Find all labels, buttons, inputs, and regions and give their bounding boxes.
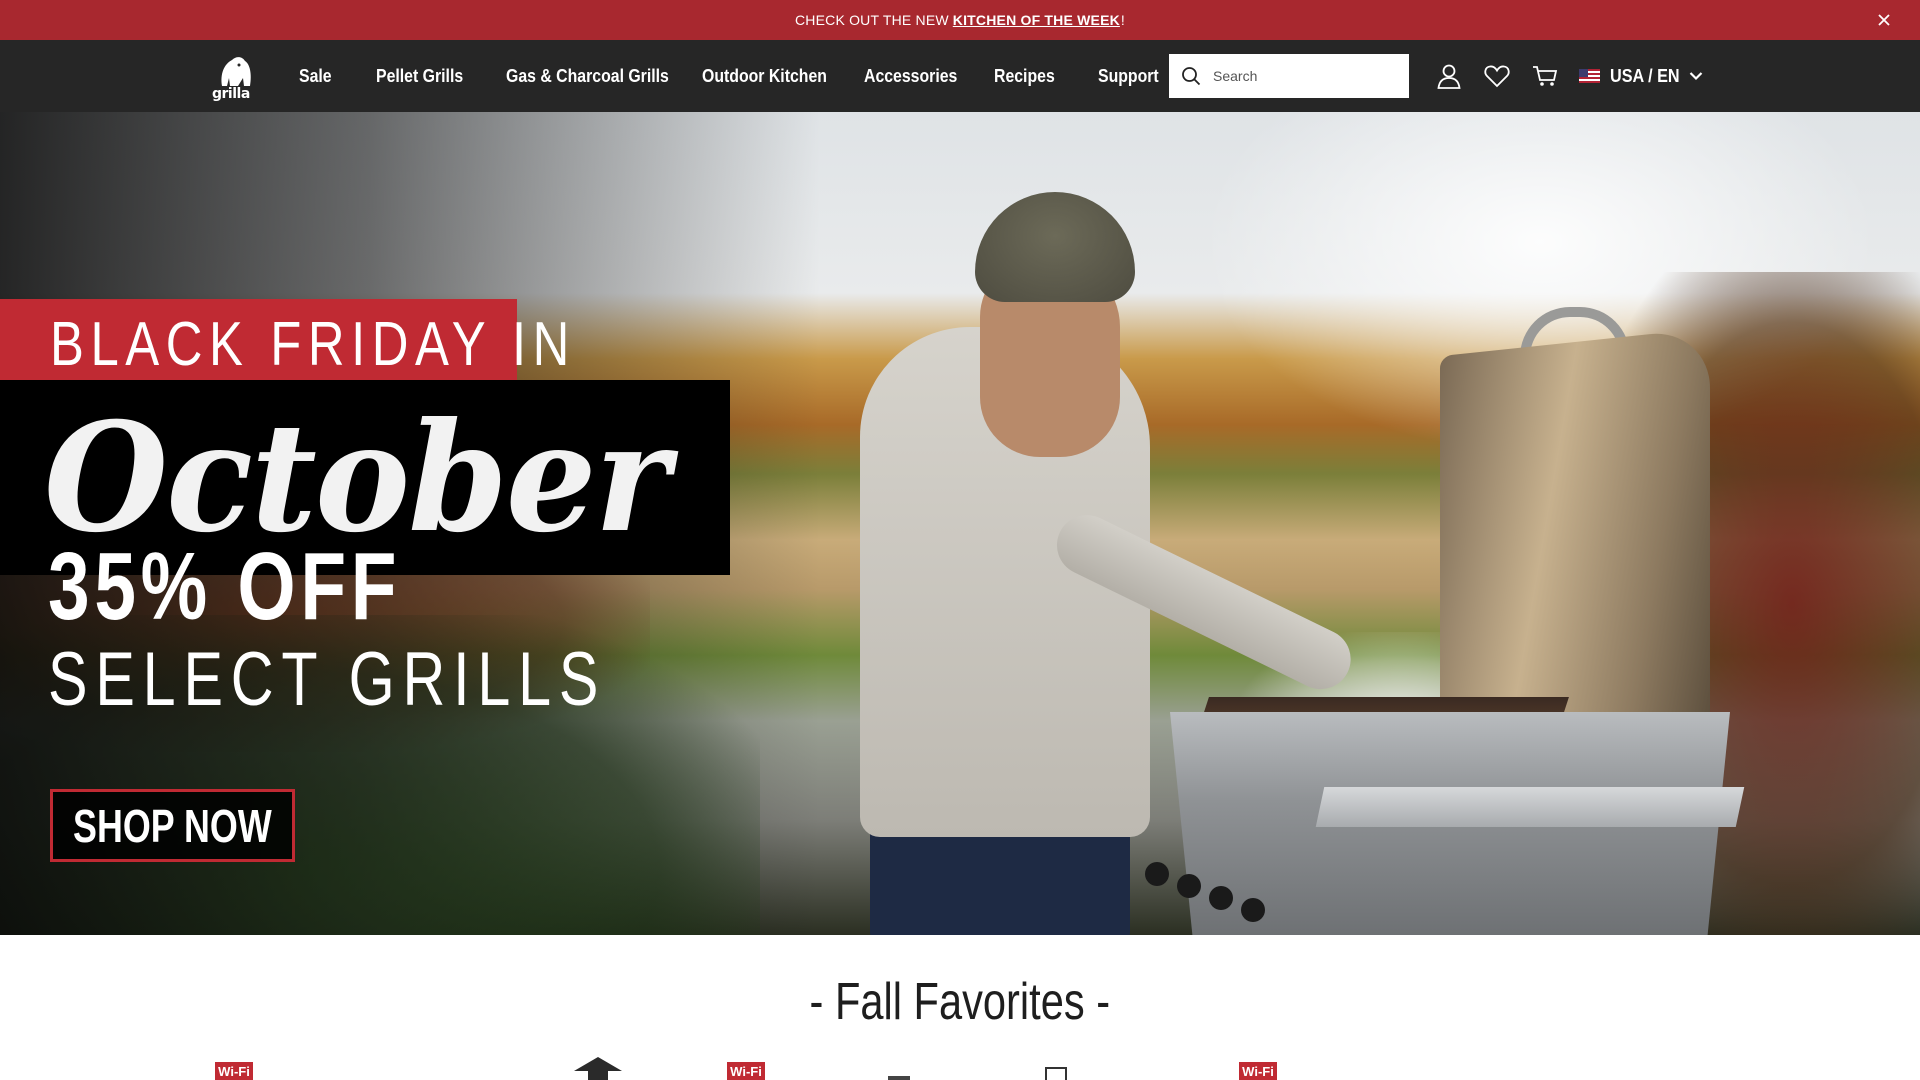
chevron-down-icon — [1690, 72, 1703, 81]
wifi-badge: Wi-Fi — [1239, 1062, 1277, 1080]
nav-item-sale[interactable]: Sale — [299, 66, 367, 87]
gorilla-icon — [221, 57, 251, 86]
account-icon[interactable] — [1435, 62, 1463, 90]
nav-item-accessories[interactable]: Accessories — [864, 66, 978, 87]
discount-text: 35% OFF — [48, 533, 402, 640]
section-title: - Fall Favorites - — [0, 972, 1920, 1032]
shop-now-label: SHOP NOW — [73, 799, 272, 852]
announcement-bar: CHECK OUT THE NEW KITCHEN OF THE WEEK ! — [0, 0, 1920, 40]
cart-icon[interactable] — [1531, 62, 1559, 90]
logo-wordmark: grilla — [212, 86, 250, 102]
announcement-text: CHECK OUT THE NEW — [794, 12, 949, 28]
nav-item-pellet-grills[interactable]: Pellet Grills — [376, 66, 490, 87]
usa-flag-icon — [1579, 69, 1600, 83]
product-thumbnail[interactable] — [886, 1074, 912, 1080]
search-input[interactable] — [1213, 56, 1393, 96]
hero-banner: BLACK FRIDAY IN October 35% OFF SELECT G… — [0, 112, 1920, 935]
grill-side-shelf — [1315, 787, 1745, 827]
locale-label: USA / EN — [1610, 65, 1680, 86]
main-navigation: grilla Sale Pellet Grills Gas & Charcoal… — [0, 40, 1920, 112]
promo-headline: BLACK FRIDAY IN — [50, 310, 576, 379]
nav-item-outdoor-kitchen[interactable]: Outdoor Kitchen — [702, 66, 845, 87]
kitchen-of-the-week-link[interactable]: KITCHEN OF THE WEEK — [953, 12, 1120, 28]
grilla-logo[interactable]: grilla — [210, 52, 260, 102]
wishlist-heart-icon[interactable] — [1483, 62, 1511, 90]
fall-favorites-heading: - Fall Favorites - — [809, 973, 1111, 1031]
locale-selector[interactable]: USA / EN — [1579, 62, 1703, 90]
grill-knobs — [1145, 862, 1273, 922]
close-icon[interactable] — [1874, 10, 1894, 30]
product-thumbnail[interactable] — [570, 1053, 626, 1080]
promo-headline-box: BLACK FRIDAY IN — [0, 299, 569, 380]
search-box — [1169, 54, 1409, 98]
nav-item-support[interactable]: Support — [1098, 66, 1160, 87]
announcement-suffix: ! — [1120, 12, 1126, 28]
wifi-badge: Wi-Fi — [727, 1062, 765, 1080]
product-thumbnail[interactable] — [1040, 1066, 1074, 1080]
nav-menu: Sale Pellet Grills Gas & Charcoal Grills… — [299, 40, 1168, 112]
shop-now-button[interactable]: SHOP NOW — [50, 789, 295, 862]
wifi-badge: Wi-Fi — [215, 1062, 253, 1080]
nav-item-gas-charcoal-grills[interactable]: Gas & Charcoal Grills — [506, 66, 678, 87]
discount-subtext: SELECT GRILLS — [48, 637, 607, 722]
nav-item-recipes[interactable]: Recipes — [994, 66, 1086, 87]
person-beanie — [975, 192, 1135, 302]
search-icon[interactable] — [1169, 54, 1213, 98]
